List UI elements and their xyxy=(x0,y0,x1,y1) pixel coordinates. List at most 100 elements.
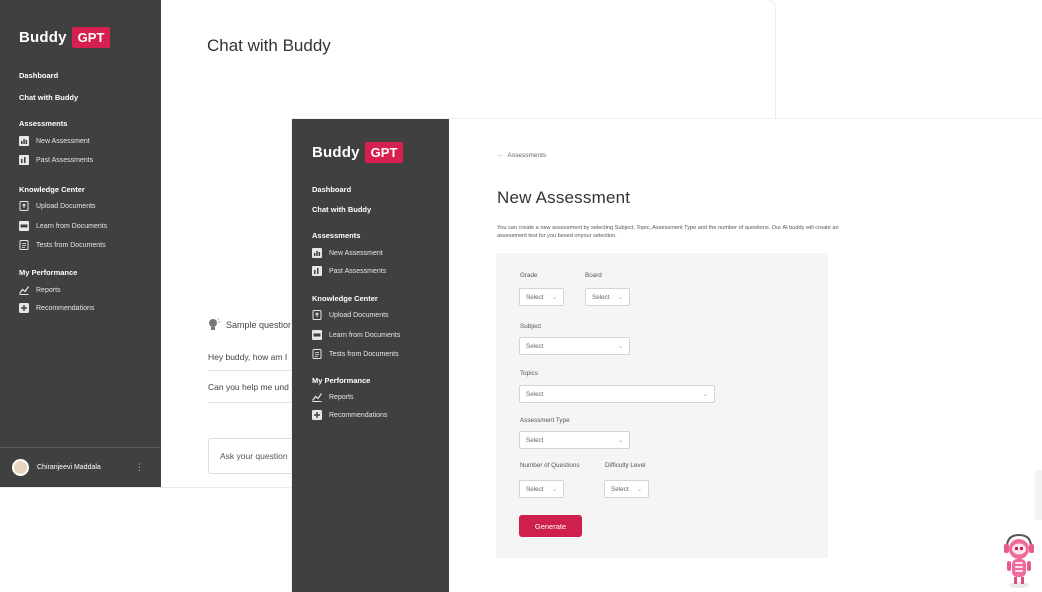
lightbulb-icon xyxy=(209,318,220,330)
user-name: Chiranjeevi Maddala xyxy=(37,464,101,471)
subject-label: Subject xyxy=(520,323,542,330)
breadcrumb-label: Assessments xyxy=(507,152,547,159)
sidebar-item-recommendations[interactable]: Recommendations xyxy=(19,303,94,313)
sidebar-item-label: Tests from Documents xyxy=(36,241,106,249)
sidebar-item-tests[interactable]: Tests from Documents xyxy=(19,240,106,250)
select-value: Select xyxy=(592,293,610,301)
sidebar-item-learn[interactable]: Learn from Documents xyxy=(19,221,107,231)
assessment-form: Grade Board Select ⌄ Select ⌄ Subject Se… xyxy=(496,253,828,558)
grade-label: Grade xyxy=(520,272,538,279)
sidebar-item-label: Reports xyxy=(329,393,354,401)
topics-label: Topics xyxy=(520,370,538,377)
chevron-down-icon: ⌄ xyxy=(551,294,557,301)
sidebar-item-chat[interactable]: Chat with Buddy xyxy=(19,93,78,102)
sidebar-item-new-assessment[interactable]: New Assessment xyxy=(19,136,90,146)
grade-select[interactable]: Select ⌄ xyxy=(519,288,564,306)
sidebar-item-reports[interactable]: Reports xyxy=(19,285,61,295)
page-title: New Assessment xyxy=(497,188,631,207)
logo-badge: GPT xyxy=(364,142,404,163)
reports-icon xyxy=(19,285,29,295)
test-document-icon xyxy=(19,240,29,250)
robot-mascot-icon[interactable] xyxy=(1001,531,1037,589)
difficulty-select[interactable]: Select ⌄ xyxy=(604,480,649,498)
chevron-down-icon: ⌄ xyxy=(702,391,708,398)
difficulty-label: Difficulty Level xyxy=(605,462,646,469)
sidebar-item-label: Learn from Documents xyxy=(329,331,401,339)
sample-questions-header: Sample question xyxy=(208,318,293,332)
sidebar-item-label: Upload Documents xyxy=(329,311,389,319)
sidebar-item-label: New Assessment xyxy=(329,249,383,257)
select-value: Select xyxy=(526,436,544,444)
num-questions-select[interactable]: Select ⌄ xyxy=(519,480,564,498)
more-options-icon[interactable]: ⋮ xyxy=(135,462,144,473)
bar-chart-icon xyxy=(19,136,29,146)
sample-question[interactable]: Hey buddy, how am I xyxy=(208,352,287,362)
sidebar-item-past-assessments[interactable]: Past Assessments xyxy=(312,266,386,276)
page-description: You can create a new assessment by selec… xyxy=(497,225,839,239)
scrollbar[interactable] xyxy=(1035,470,1042,520)
sidebar-item-label: Upload Documents xyxy=(36,202,96,210)
select-value: Select xyxy=(611,485,629,493)
sidebar-item-new-assessment[interactable]: New Assessment xyxy=(312,248,383,258)
chevron-down-icon: ⌄ xyxy=(551,486,557,493)
avatar xyxy=(12,459,29,476)
user-profile[interactable]: Chiranjeevi Maddala ⋮ xyxy=(0,447,161,487)
assessment-type-select[interactable]: Select ⌄ xyxy=(519,431,630,449)
brand-logo[interactable]: Buddy GPT xyxy=(312,142,404,163)
sidebar-section-knowledge: Knowledge Center xyxy=(312,294,378,303)
sidebar-section-assessments: Assessments xyxy=(312,231,361,240)
sidebar-item-upload[interactable]: Upload Documents xyxy=(19,201,96,211)
sidebar-item-label: Past Assessments xyxy=(329,267,387,275)
upload-document-icon xyxy=(19,201,29,211)
chevron-down-icon: ⌄ xyxy=(636,486,642,493)
sidebar-item-dashboard[interactable]: Dashboard xyxy=(19,71,58,80)
sidebar-item-label: Tests from Documents xyxy=(329,350,399,358)
recommendations-icon xyxy=(19,303,29,313)
sample-questions-label: Sample question xyxy=(226,320,294,330)
board-label: Board xyxy=(585,272,602,279)
logo-badge: GPT xyxy=(71,27,111,48)
logo-text: Buddy xyxy=(19,29,67,46)
sidebar-item-label: Learn from Documents xyxy=(36,222,108,230)
sidebar-item-upload[interactable]: Upload Documents xyxy=(312,310,389,320)
pdf-document-icon xyxy=(312,330,322,340)
page-title: Chat with Buddy xyxy=(207,36,331,55)
test-document-icon xyxy=(312,349,322,359)
sidebar-section-assessments: Assessments xyxy=(19,119,68,128)
sidebar-section-knowledge: Knowledge Center xyxy=(19,185,85,194)
recommendations-icon xyxy=(312,410,322,420)
chevron-down-icon: ⌄ xyxy=(617,294,623,301)
breadcrumb[interactable]: ← Assessments xyxy=(497,152,546,159)
pdf-document-icon xyxy=(19,221,29,231)
sidebar-item-chat[interactable]: Chat with Buddy xyxy=(312,205,371,214)
new-assessment-window: Buddy GPT Dashboard Chat with Buddy Asse… xyxy=(292,119,1042,592)
sidebar: Buddy GPT Dashboard Chat with Buddy Asse… xyxy=(292,119,449,592)
sidebar-item-learn[interactable]: Learn from Documents xyxy=(312,330,400,340)
sidebar-item-label: Recommendations xyxy=(329,411,388,419)
sidebar-item-label: Past Assessments xyxy=(36,156,94,164)
sidebar-item-label: New Assessment xyxy=(36,137,90,145)
bar-chart-icon xyxy=(312,248,322,258)
sidebar-item-dashboard[interactable]: Dashboard xyxy=(312,185,351,194)
logo-text: Buddy xyxy=(312,144,360,161)
sidebar-item-recommendations[interactable]: Recommendations xyxy=(312,410,387,420)
generate-button[interactable]: Generate xyxy=(519,515,582,537)
subject-select[interactable]: Select ⌄ xyxy=(519,337,630,355)
sidebar-item-reports[interactable]: Reports xyxy=(312,392,354,402)
sidebar-section-performance: My Performance xyxy=(19,268,78,277)
back-arrow-icon: ← xyxy=(497,152,504,159)
topics-select[interactable]: Select ⌄ xyxy=(519,385,715,403)
upload-document-icon xyxy=(312,310,322,320)
assessment-type-label: Assessment Type xyxy=(520,417,570,424)
sample-question[interactable]: Can you help me und xyxy=(208,382,289,392)
brand-logo[interactable]: Buddy GPT xyxy=(19,27,111,48)
board-select[interactable]: Select ⌄ xyxy=(585,288,630,306)
sidebar-item-tests[interactable]: Tests from Documents xyxy=(312,349,399,359)
sidebar-item-past-assessments[interactable]: Past Assessments xyxy=(19,155,93,165)
chart-board-icon xyxy=(19,155,29,165)
chevron-down-icon: ⌄ xyxy=(617,343,623,350)
num-questions-label: Number of Questions xyxy=(520,462,580,469)
sidebar: Buddy GPT Dashboard Chat with Buddy Asse… xyxy=(0,0,161,487)
chart-board-icon xyxy=(312,266,322,276)
chevron-down-icon: ⌄ xyxy=(617,437,623,444)
